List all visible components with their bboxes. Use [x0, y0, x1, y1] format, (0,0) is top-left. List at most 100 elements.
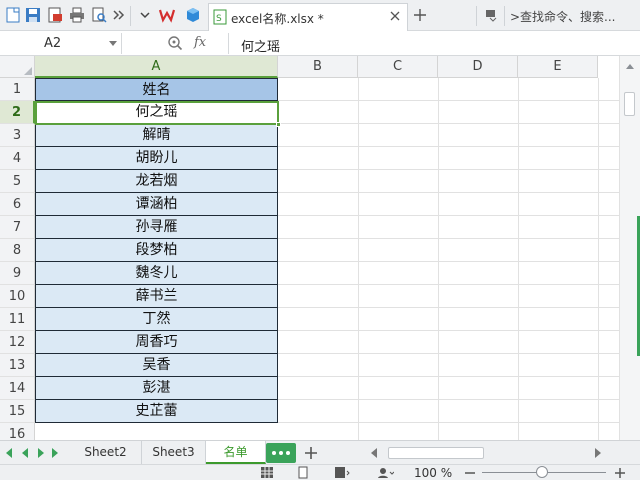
name-cell[interactable]: 段梦柏 — [35, 239, 278, 262]
toolbar-separator — [504, 6, 505, 26]
window-menu-icon[interactable] — [482, 6, 500, 24]
name-cell[interactable]: 谭涵柏 — [35, 193, 278, 216]
zoom-slider-knob[interactable] — [536, 466, 548, 478]
name-cell[interactable]: 史芷蕾 — [35, 400, 278, 423]
zoom-search-icon[interactable] — [167, 35, 183, 51]
row-header-7[interactable]: 7 — [0, 216, 35, 239]
print-preview-icon[interactable] — [90, 6, 108, 24]
gridline — [358, 78, 359, 440]
first-sheet-icon[interactable] — [6, 448, 12, 458]
row-header-16[interactable]: 16 — [0, 423, 35, 440]
vertical-scroll-thumb[interactable] — [624, 92, 635, 116]
sheet-tab-2[interactable]: Sheet3 — [142, 441, 206, 464]
horizontal-scrollbar[interactable] — [370, 446, 602, 460]
page-layout-view-icon[interactable] — [296, 466, 310, 479]
name-cell[interactable]: 何之瑶 — [35, 101, 278, 124]
chevron-down-icon[interactable] — [109, 41, 117, 46]
close-tab-icon[interactable] — [387, 8, 403, 24]
new-file-icon[interactable] — [4, 6, 22, 24]
row-header-6[interactable]: 6 — [0, 193, 35, 216]
add-sheet-icon[interactable] — [304, 446, 318, 460]
svg-text:S: S — [216, 14, 222, 24]
name-cell[interactable]: 丁然 — [35, 308, 278, 331]
sheet-tab-1[interactable]: Sheet2 — [70, 441, 142, 464]
row-header-12[interactable]: 12 — [0, 331, 35, 354]
row-header-13[interactable]: 13 — [0, 354, 35, 377]
zoom-out-icon[interactable] — [464, 467, 476, 479]
column-header-e[interactable]: E — [518, 56, 598, 78]
name-box-value: A2 — [44, 36, 62, 51]
select-all-corner[interactable] — [0, 56, 35, 78]
column-header-b[interactable]: B — [278, 56, 358, 78]
zoom-level[interactable]: 100 % — [414, 466, 452, 480]
name-cell[interactable]: 薛书兰 — [35, 285, 278, 308]
dropdown-arrow-icon[interactable] — [136, 6, 154, 24]
wps-logo-icon[interactable] — [158, 6, 176, 24]
row-header-11[interactable]: 11 — [0, 308, 35, 331]
cloud-cube-icon[interactable] — [184, 6, 202, 24]
row-header-1[interactable]: 1 — [0, 78, 35, 101]
row-header-14[interactable]: 14 — [0, 377, 35, 400]
page-break-view-icon[interactable] — [334, 466, 350, 479]
gridline — [278, 284, 619, 285]
name-cell[interactable]: 解晴 — [35, 124, 278, 147]
save-icon[interactable] — [24, 6, 42, 24]
spreadsheet-grid[interactable]: A B C D E 1 姓名 2 何之瑶 3 解晴 4 胡盼儿 5 龙若烟 6 谭涵柏 7 孙寻雁 8 段梦柏 9 魏冬儿 1… — [0, 56, 640, 440]
new-tab-icon[interactable] — [412, 7, 428, 23]
normal-view-icon[interactable] — [260, 466, 274, 479]
gridline — [278, 261, 619, 262]
column-header-d[interactable]: D — [438, 56, 518, 78]
zoom-in-icon[interactable] — [614, 467, 626, 479]
command-search[interactable]: >查找命令、搜索... — [508, 4, 640, 26]
command-search-label: >查找命令、搜索... — [510, 10, 616, 24]
scroll-left-icon[interactable] — [370, 448, 378, 458]
last-sheet-icon[interactable] — [52, 448, 58, 458]
row-header-8[interactable]: 8 — [0, 239, 35, 262]
insert-function-icon[interactable]: fx — [194, 35, 206, 50]
reading-mode-icon[interactable] — [376, 466, 394, 479]
name-cell[interactable]: 魏冬儿 — [35, 262, 278, 285]
column-a-header-cell[interactable]: 姓名 — [35, 78, 278, 101]
row-header-5[interactable]: 5 — [0, 170, 35, 193]
name-cell[interactable]: 彭湛 — [35, 377, 278, 400]
gridline — [278, 307, 619, 308]
prev-sheet-icon[interactable] — [22, 448, 28, 458]
row-header-9[interactable]: 9 — [0, 262, 35, 285]
row-header-2[interactable]: 2 — [0, 101, 35, 124]
gridline — [278, 330, 619, 331]
file-tab[interactable]: S excel名称.xlsx * — [208, 3, 408, 31]
more-sheets-button[interactable] — [266, 443, 296, 463]
name-cell[interactable]: 吴香 — [35, 354, 278, 377]
gridline — [278, 376, 619, 377]
column-header-a[interactable]: A — [35, 56, 278, 78]
row-header-3[interactable]: 3 — [0, 124, 35, 147]
gridline — [278, 192, 619, 193]
gridline — [278, 215, 619, 216]
row-header-15[interactable]: 15 — [0, 400, 35, 423]
row-header-10[interactable]: 10 — [0, 285, 35, 308]
name-cell[interactable]: 龙若烟 — [35, 170, 278, 193]
gridline — [278, 100, 619, 101]
column-header-c[interactable]: C — [358, 56, 438, 78]
scroll-right-icon[interactable] — [594, 448, 602, 458]
print-icon[interactable] — [68, 6, 86, 24]
gridline — [278, 422, 619, 423]
row-header-4[interactable]: 4 — [0, 147, 35, 170]
sheet-tab-3[interactable]: 名单 — [206, 441, 266, 464]
formula-input[interactable]: 何之瑶 — [228, 33, 640, 55]
name-cell[interactable]: 孙寻雁 — [35, 216, 278, 239]
file-tab-label: excel名称.xlsx * — [231, 12, 324, 26]
horizontal-scroll-thumb[interactable] — [388, 447, 484, 459]
gridline — [438, 78, 439, 440]
vertical-scrollbar[interactable] — [619, 56, 640, 440]
export-pdf-icon[interactable] — [46, 6, 64, 24]
name-cell[interactable]: 周香巧 — [35, 331, 278, 354]
formula-input-value: 何之瑶 — [241, 40, 281, 55]
more-commands-icon[interactable] — [110, 6, 128, 24]
scroll-up-icon[interactable] — [626, 64, 634, 69]
name-cell[interactable]: 胡盼儿 — [35, 147, 278, 170]
fill-handle[interactable] — [276, 122, 281, 127]
next-sheet-icon[interactable] — [38, 448, 44, 458]
name-box[interactable]: A2 — [2, 33, 122, 54]
gridline — [278, 146, 619, 147]
